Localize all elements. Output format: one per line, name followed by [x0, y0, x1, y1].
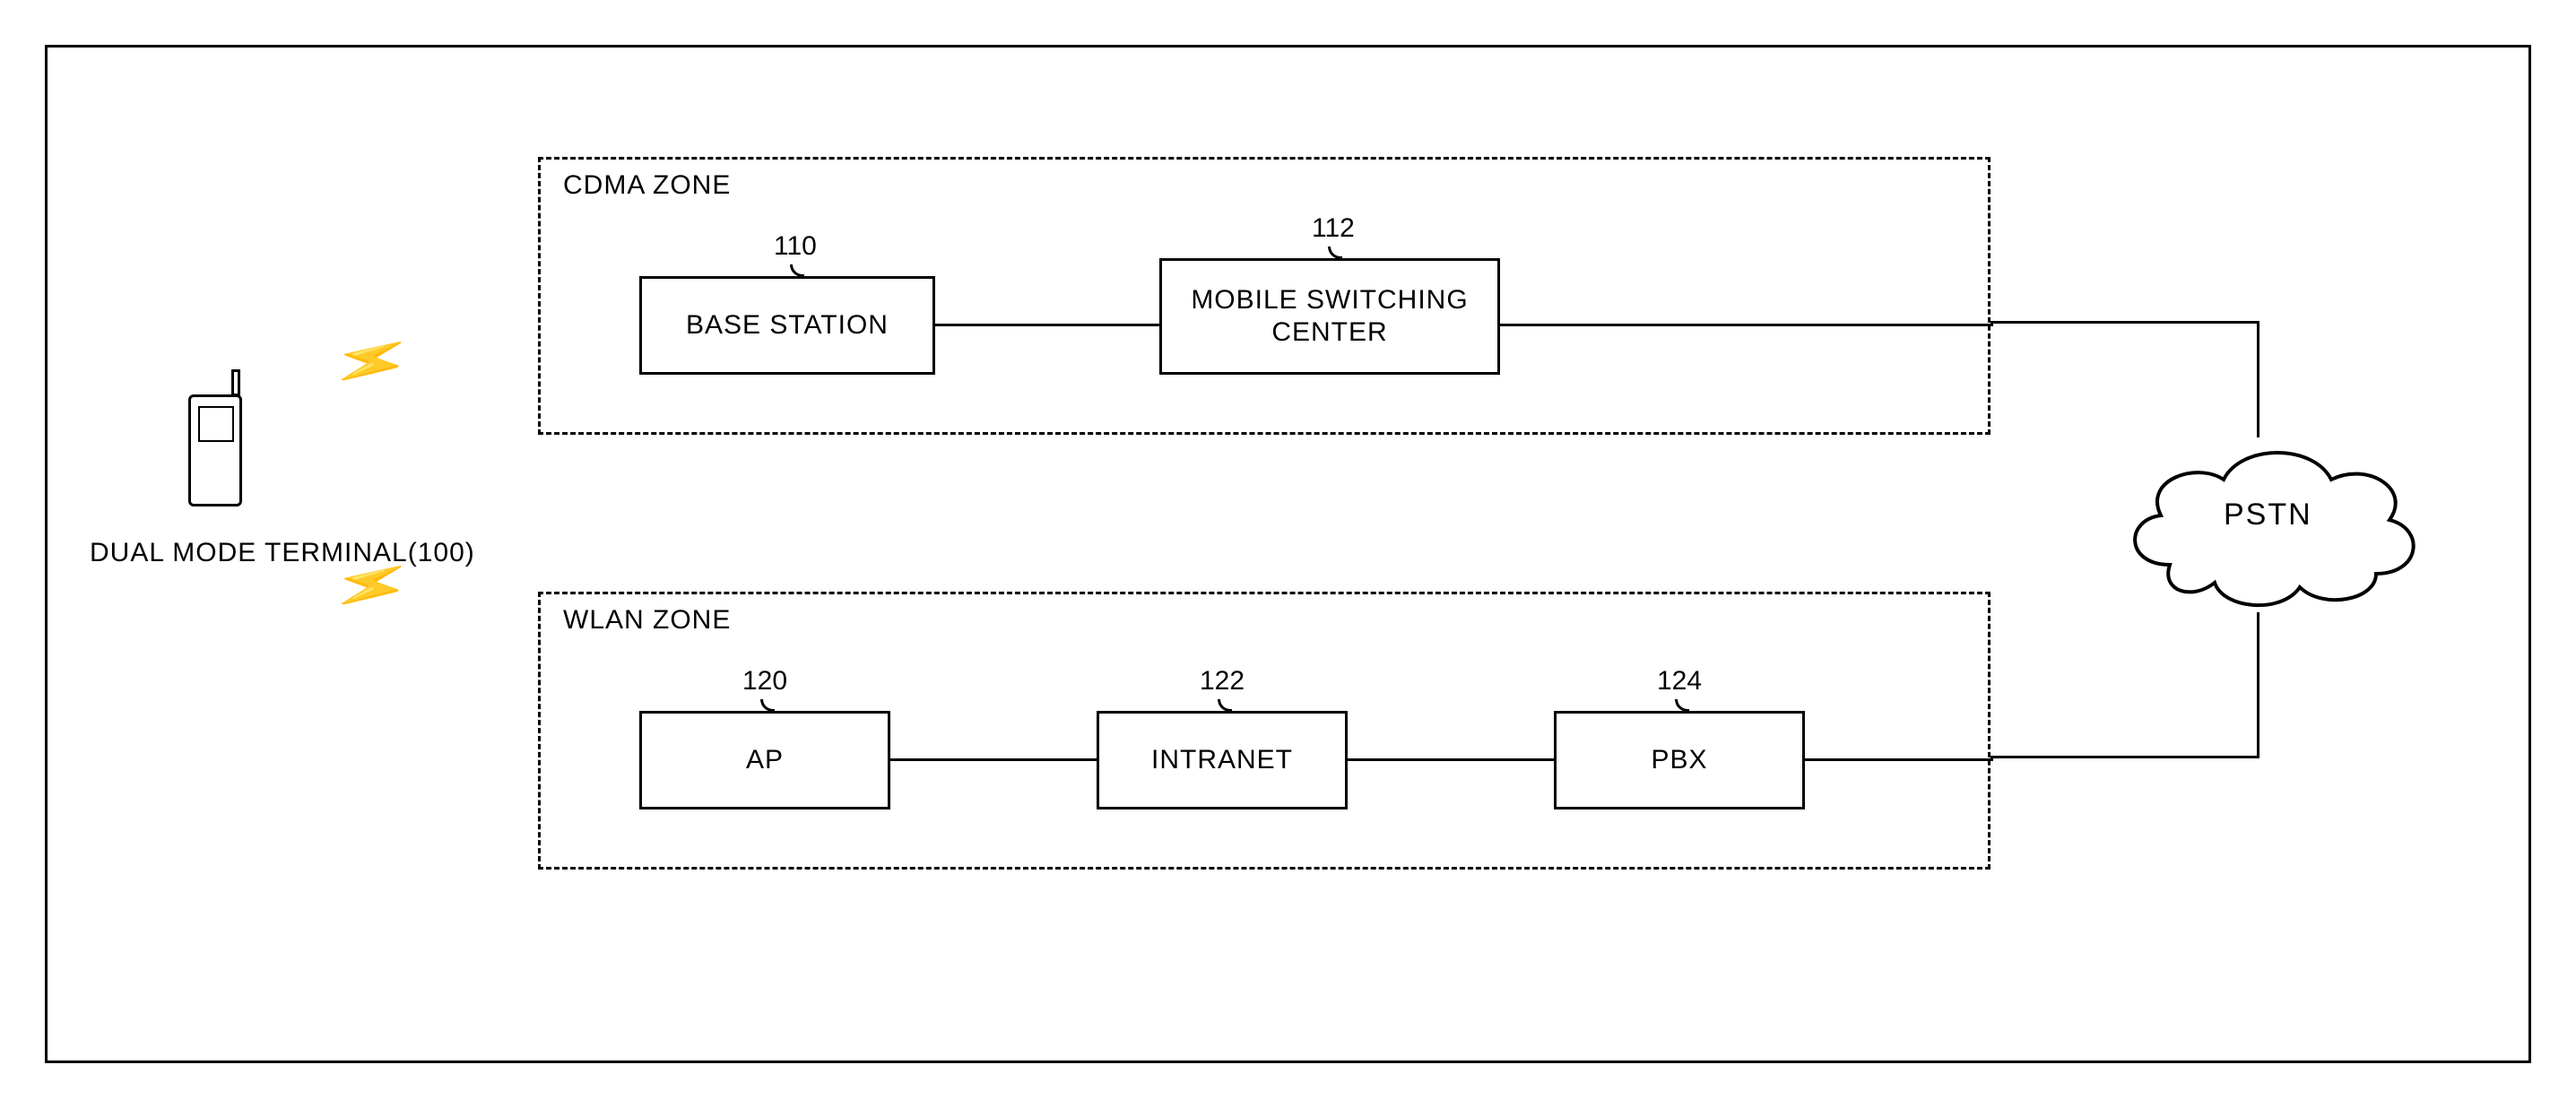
connector-cdma-to-pstn-h	[1991, 321, 2259, 324]
intranet-box: INTRANET	[1097, 711, 1348, 809]
wlan-zone: WLAN ZONE 120 AP 122 INTRANET 124 PBX	[538, 592, 1991, 870]
phone-antenna-icon	[231, 369, 240, 396]
ref-110-tick-icon	[790, 264, 804, 277]
ref-120-label: 120	[742, 666, 787, 697]
pstn-label: PSTN	[2224, 498, 2312, 532]
pbx-label: PBX	[1651, 744, 1707, 776]
ap-box: AP	[639, 711, 890, 809]
dual-mode-terminal-label: DUAL MODE TERMINAL(100)	[90, 538, 475, 568]
connector-intranet-pbx	[1348, 758, 1554, 761]
connector-wlan-to-pstn-h	[1991, 756, 2259, 758]
phone-screen-icon	[198, 406, 234, 442]
connector-ap-intranet	[890, 758, 1097, 761]
ref-124-label: 124	[1657, 666, 1702, 697]
wlan-zone-title: WLAN ZONE	[563, 605, 731, 636]
phone-body-icon	[188, 394, 242, 506]
cdma-zone-title: CDMA ZONE	[563, 170, 731, 201]
ref-112-tick-icon	[1328, 247, 1342, 259]
base-station-box: BASE STATION	[639, 276, 935, 375]
mobile-switching-center-box: MOBILE SWITCHING CENTER	[1159, 258, 1500, 375]
connector-bs-msc	[935, 324, 1159, 326]
base-station-label: BASE STATION	[686, 309, 889, 342]
ap-label: AP	[746, 744, 784, 776]
connector-pbx-out	[1805, 758, 1993, 761]
mobile-switching-center-label: MOBILE SWITCHING CENTER	[1191, 284, 1468, 349]
ref-110-label: 110	[774, 231, 817, 262]
connector-msc-out	[1500, 324, 1993, 326]
ref-112-label: 112	[1312, 213, 1355, 244]
connector-wlan-to-pstn-v	[2257, 612, 2259, 758]
diagram-root: DUAL MODE TERMINAL(100) ⚡ ⚡ CDMA ZONE 11…	[0, 0, 2576, 1108]
ref-122-tick-icon	[1218, 699, 1232, 712]
ref-120-tick-icon	[760, 699, 775, 712]
intranet-label: INTRANET	[1151, 744, 1293, 776]
cdma-zone: CDMA ZONE 110 BASE STATION 112 MOBILE SW…	[538, 157, 1991, 435]
ref-122-label: 122	[1200, 666, 1245, 697]
connector-cdma-to-pstn-v	[2257, 321, 2259, 437]
pbx-box: PBX	[1554, 711, 1805, 809]
dual-mode-terminal-icon	[188, 372, 251, 506]
ref-124-tick-icon	[1675, 699, 1689, 712]
